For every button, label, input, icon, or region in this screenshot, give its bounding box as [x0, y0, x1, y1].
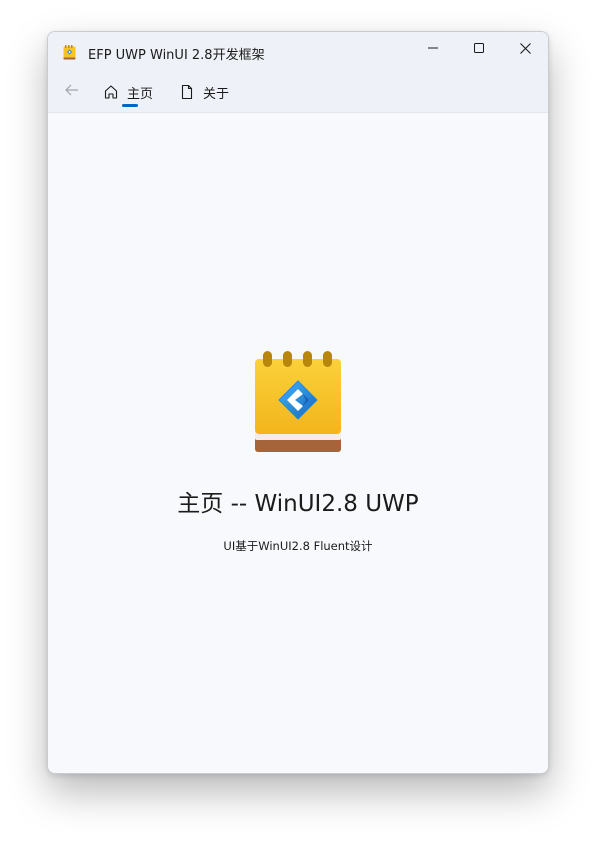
nav-item-about[interactable]: 关于 — [179, 72, 229, 112]
selected-nav-indicator — [122, 104, 138, 107]
maximize-icon — [474, 43, 484, 53]
page-title: 主页 -- WinUI2.8 UWP — [177, 491, 419, 517]
back-arrow-icon — [65, 81, 79, 100]
app-window: EFP UWP WinUI 2.8开发框架 主页 关于 主页 -- WinUI2… — [47, 31, 549, 774]
minimize-button[interactable] — [410, 32, 456, 64]
document-icon — [179, 84, 195, 100]
window-title: EFP UWP WinUI 2.8开发框架 — [88, 48, 265, 63]
notepad-icon — [251, 338, 343, 458]
back-button[interactable] — [58, 76, 86, 104]
close-button[interactable] — [502, 32, 548, 64]
nav-item-about-label: 关于 — [203, 86, 230, 102]
desktop: EFP UWP WinUI 2.8开发框架 主页 关于 主页 -- WinUI2… — [0, 0, 593, 853]
notepad-icon — [63, 45, 76, 60]
nav-item-home-label: 主页 — [127, 86, 154, 102]
minimize-icon — [428, 43, 438, 53]
home-icon — [103, 84, 119, 100]
close-icon — [519, 42, 531, 54]
title-bar[interactable]: EFP UWP WinUI 2.8开发框架 — [48, 32, 548, 72]
page-subtitle: UI基于WinUI2.8 Fluent设计 — [223, 539, 373, 553]
main-content: 主页 -- WinUI2.8 UWP UI基于WinUI2.8 Fluent设计 — [48, 113, 548, 773]
maximize-button[interactable] — [456, 32, 502, 64]
